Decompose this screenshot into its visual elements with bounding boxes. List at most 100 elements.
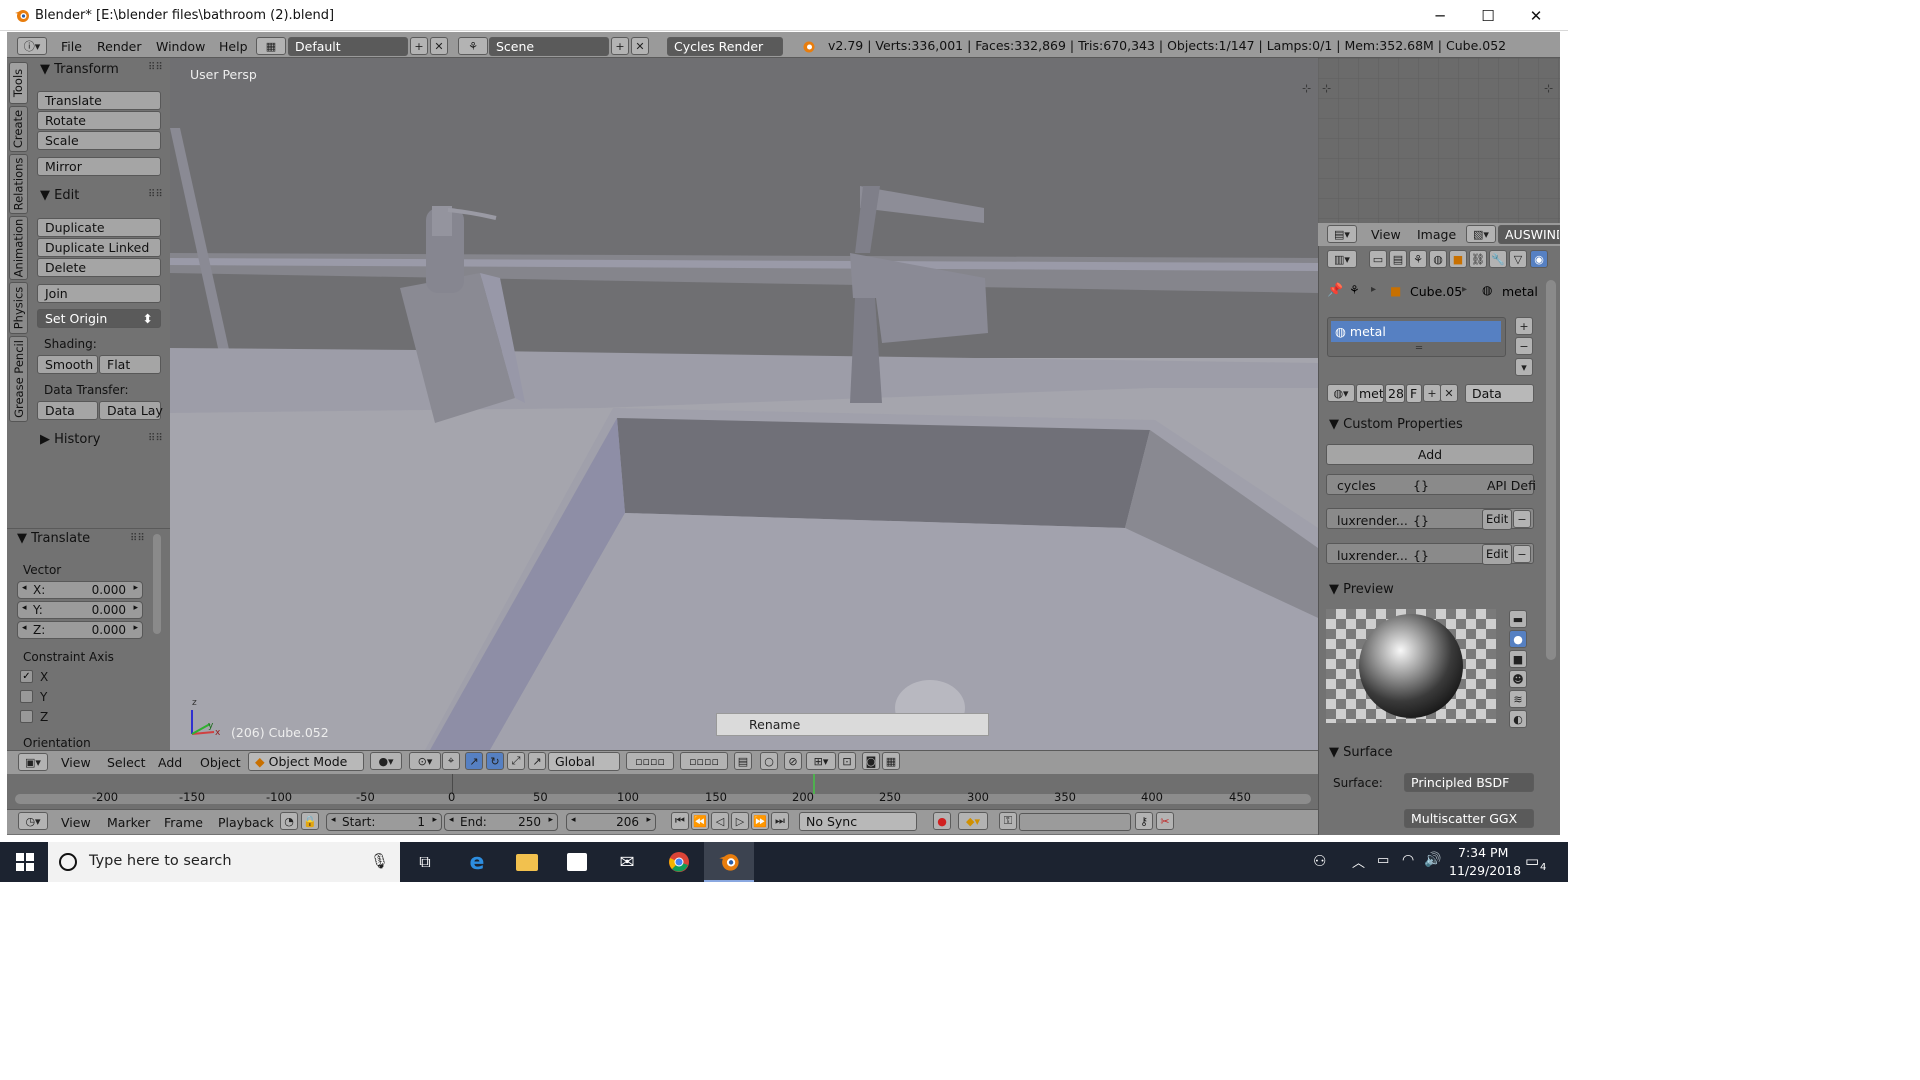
drag-grip-icon[interactable]: ⠿⠿ [148,433,163,444]
next-keyframe-icon[interactable]: ⏩ [751,812,769,830]
material-name-field[interactable]: met [1356,384,1384,403]
snap-toggle-icon[interactable]: ⊘ [784,752,802,770]
constraint-x-checkbox[interactable]: ✓ [20,670,33,683]
new-material-icon[interactable]: + [1423,384,1441,402]
modifiers-tab-icon[interactable]: 🔧 [1489,250,1507,268]
snap-target-icon[interactable]: ⊡ [838,752,856,770]
mode-dropdown[interactable]: ◆ Object Mode [248,752,364,771]
scale-manipulator-icon[interactable]: ⤢ [507,752,525,770]
editor-type-icon[interactable]: ▣▾ [18,753,48,771]
manipulator-options-icon[interactable]: ↗ [528,752,546,770]
image-editor[interactable]: ⊹ ⊹ [1318,58,1560,223]
remove-property-icon[interactable]: − [1513,545,1531,563]
edit-property-button[interactable]: Edit [1482,509,1512,530]
wifi-icon[interactable]: ◠ [1402,852,1414,868]
edge-browser-icon[interactable]: e [452,842,502,882]
tl-menu-playback[interactable]: Playback [218,815,274,830]
image-name-field[interactable]: AUSWIND- [1498,225,1560,244]
rotate-button[interactable]: Rotate [37,111,161,130]
remove-property-icon[interactable]: − [1513,510,1531,528]
preview-sphere-icon[interactable]: ● [1509,630,1527,648]
screen-layout-dropdown[interactable]: Default [288,37,408,56]
material-slot-item[interactable]: ◍ metal [1331,321,1501,342]
drag-grip-icon[interactable]: ⠿⠿ [148,189,163,200]
material-link-dropdown[interactable]: Data [1465,384,1534,403]
keying-set-field[interactable] [1019,813,1131,831]
preview-range-icon[interactable]: ◔ [280,812,298,830]
insert-keyframe-icon[interactable]: ⚷ [1135,812,1153,830]
tab-create[interactable]: Create [9,106,28,152]
remove-slot-icon[interactable]: − [1515,337,1533,355]
surface-header[interactable]: ▼ Surface [1329,745,1393,760]
pin-icon[interactable]: 📌 [1327,283,1343,298]
data-button[interactable]: Data [37,401,98,420]
menu-render[interactable]: Render [97,39,142,54]
unlink-material-icon[interactable]: ✕ [1440,384,1458,402]
delete-button[interactable]: Delete [37,258,161,277]
chrome-icon[interactable] [654,842,704,882]
tl-menu-frame[interactable]: Frame [164,815,203,830]
render-engine-dropdown[interactable]: Cycles Render [667,37,783,56]
maximize-button[interactable]: ☐ [1465,0,1511,31]
keying-icon[interactable]: ◆▾ [958,812,988,830]
render-preview-icon[interactable]: ◙ [862,752,880,770]
constraints-tab-icon[interactable]: ⛓ [1469,250,1487,268]
panel-transform-header[interactable]: ▼ Transform [40,62,119,77]
material-tab-icon[interactable]: ◉ [1530,250,1548,268]
drag-grip-icon[interactable]: ⠿⠿ [148,62,163,73]
rotate-manipulator-icon[interactable]: ↻ [486,752,504,770]
data-tab-icon[interactable]: ▽ [1509,250,1527,268]
tab-tools[interactable]: Tools [9,62,28,104]
tab-animation[interactable]: Animation [9,216,28,280]
preview-monkey-icon[interactable]: ☻ [1509,670,1527,688]
lock-range-icon[interactable]: 🔒 [301,812,319,830]
preview-plane-icon[interactable]: ▬ [1509,610,1527,628]
mail-icon[interactable]: ✉ [602,842,652,882]
current-frame-field[interactable]: ◂ 206 ▸ [566,813,656,831]
store-icon[interactable] [552,842,602,882]
preview-cube-icon[interactable]: ■ [1509,650,1527,668]
transform-orientation-dropdown[interactable]: Global [548,752,620,771]
play-icon[interactable]: ▷ [731,812,749,830]
start-frame-field[interactable]: ◂ Start: 1 ▸ [326,813,442,831]
list-resize-grip-icon[interactable]: ═ [1416,343,1422,354]
tl-menu-view[interactable]: View [61,815,91,830]
surface-shader-dropdown[interactable]: Principled BSDF [1404,773,1534,792]
info-editor-type-icon[interactable]: ⓘ▾ [17,37,47,55]
microphone-icon[interactable]: 🎙 [370,852,389,870]
notification-icon[interactable]: ▭ [1525,852,1539,870]
add-property-button[interactable]: Add [1326,444,1534,465]
preview-hair-icon[interactable]: ≋ [1509,690,1527,708]
material-users-count[interactable]: 28 [1385,384,1405,403]
add-layout-icon[interactable]: + [410,37,428,55]
mirror-button[interactable]: Mirror [37,157,161,176]
duplicate-linked-button[interactable]: Duplicate Linked [37,238,161,257]
remove-layout-icon[interactable]: ✕ [430,37,448,55]
minimize-button[interactable]: ─ [1417,0,1463,31]
battery-icon[interactable]: ▭ [1377,853,1389,868]
flat-button[interactable]: Flat [99,355,161,374]
image-editor-type-icon[interactable]: ▤▾ [1327,225,1357,243]
translate-manipulator-icon[interactable]: ↗ [465,752,483,770]
data-layers-button[interactable]: Data Lay [99,401,163,420]
object-tab-icon[interactable]: ■ [1449,250,1467,268]
vector-z-field[interactable]: ◂ Z: 0.000 ▸ [17,621,143,639]
task-view-icon[interactable]: ⧉ [400,842,450,882]
tab-grease-pencil[interactable]: Grease Pencil [9,336,28,422]
taskbar-time[interactable]: 7:34 PM [1458,845,1508,860]
jump-start-icon[interactable]: ⏮ [671,812,689,830]
area-corner-icon[interactable]: ⊹ [1302,82,1311,95]
properties-scrollbar[interactable] [1546,280,1556,660]
vp-menu-object[interactable]: Object [200,755,241,770]
custom-properties-header[interactable]: ▼ Custom Properties [1329,417,1463,432]
show-hidden-icons-icon[interactable]: ︿ [1352,852,1365,871]
menu-help[interactable]: Help [219,39,248,54]
viewport-shading-icon[interactable]: ●▾ [370,752,402,770]
fake-user-toggle[interactable]: F [1406,384,1422,403]
translate-button[interactable]: Translate [37,91,161,110]
close-button[interactable]: ✕ [1513,0,1559,31]
prev-keyframe-icon[interactable]: ⏪ [691,812,709,830]
render-tab-icon[interactable]: ▭ [1369,250,1387,268]
operator-scrollbar[interactable] [153,534,161,634]
vector-x-field[interactable]: ◂ X: 0.000 ▸ [17,581,143,599]
